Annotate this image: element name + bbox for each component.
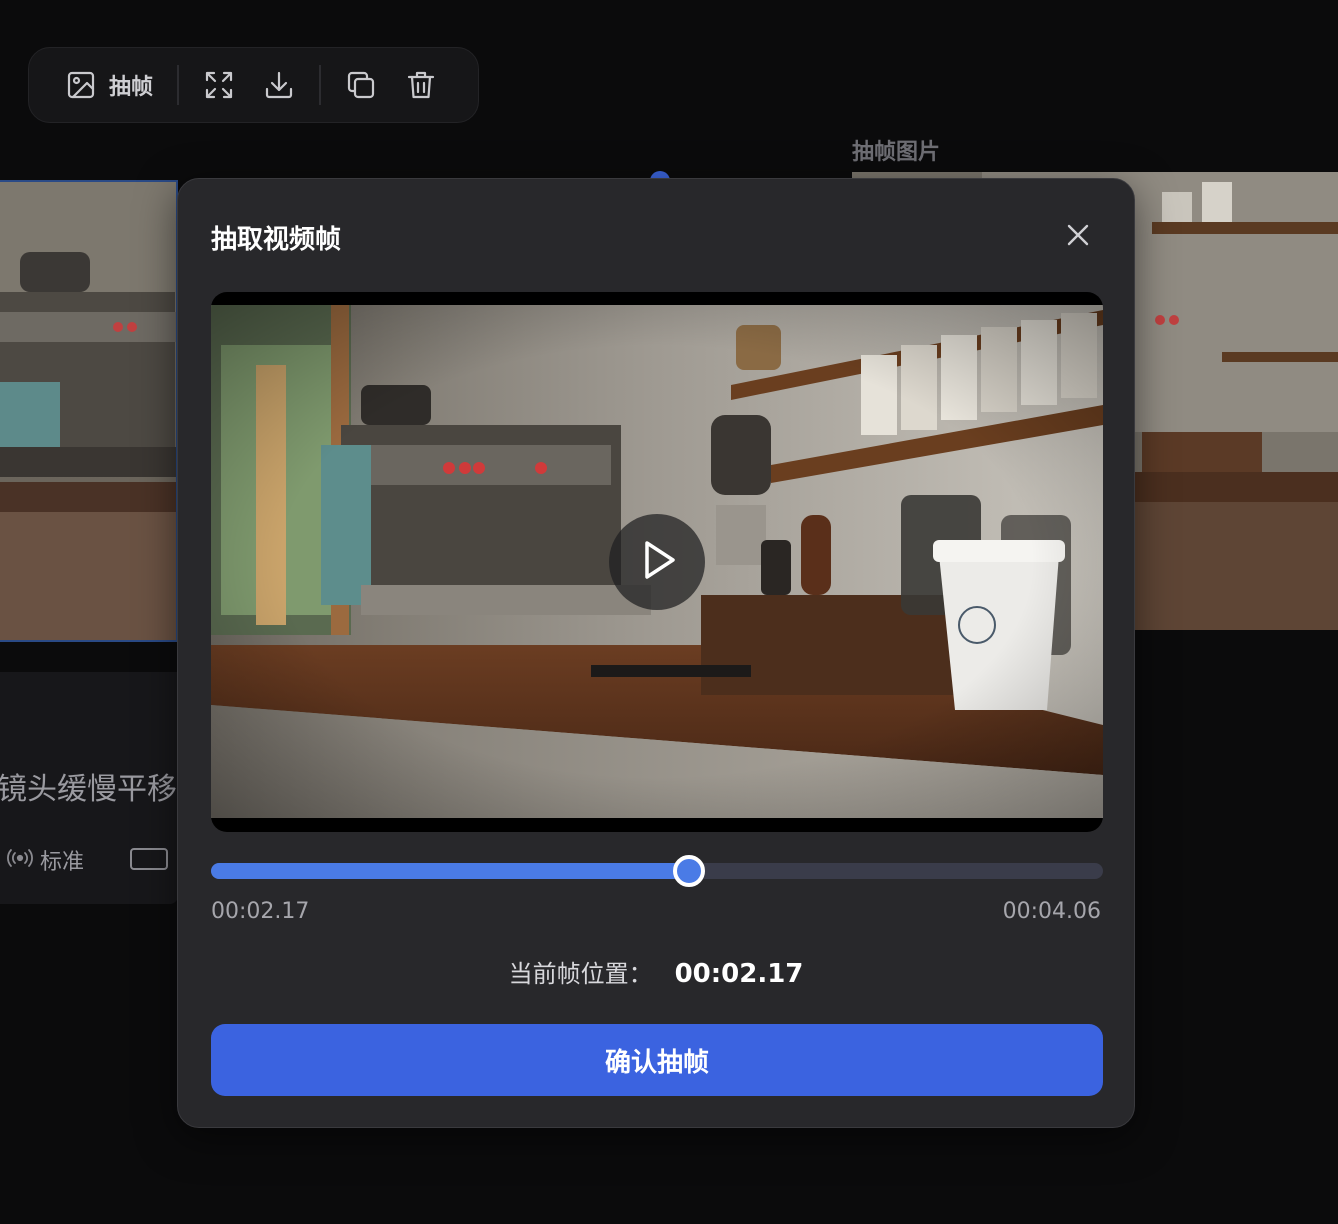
quality-meta: 标准: [6, 844, 84, 876]
dialog-title: 抽取视频帧: [211, 225, 342, 255]
extracted-images-title: 抽帧图片: [852, 140, 941, 165]
broadcast-icon: [6, 848, 34, 872]
image-icon: [65, 69, 97, 101]
left-video-info: 镜头缓慢平移拍 标准: [0, 672, 178, 904]
video-player[interactable]: [211, 292, 1103, 832]
time-end: 00:04.06: [1002, 899, 1101, 924]
video-description: 镜头缓慢平移拍: [0, 772, 178, 807]
toolbar: 抽帧: [28, 47, 479, 123]
slider-fill: [211, 863, 690, 879]
current-frame-label: 当前帧位置：: [508, 960, 653, 988]
play-icon: [635, 538, 679, 586]
current-frame-position: 当前帧位置： 00:02.17: [178, 954, 1134, 989]
toolbar-divider: [177, 65, 180, 105]
play-button[interactable]: [609, 514, 705, 610]
extract-frame-button[interactable]: 抽帧: [65, 69, 153, 101]
left-video-thumbnail[interactable]: [0, 180, 178, 642]
close-icon[interactable]: [1062, 219, 1094, 251]
confirm-extract-button[interactable]: 确认抽帧: [211, 1024, 1103, 1096]
time-start: 00:02.17: [211, 899, 310, 924]
aspect-ratio-icon: [130, 848, 168, 870]
quality-label: 标准: [40, 850, 85, 875]
extract-frame-dialog: 抽取视频帧 00:02.17 00:04.06 当前帧位置： 00:02.17 …: [177, 178, 1135, 1128]
current-frame-value: 00:02.17: [674, 959, 804, 989]
slider-thumb[interactable]: [673, 855, 706, 887]
trash-icon[interactable]: [405, 69, 437, 101]
fullscreen-icon[interactable]: [203, 69, 235, 101]
copy-icon[interactable]: [345, 69, 377, 101]
toolbar-divider: [319, 65, 322, 105]
frame-position-slider[interactable]: [211, 855, 1103, 887]
download-icon[interactable]: [263, 69, 295, 101]
extract-frame-label: 抽帧: [109, 75, 154, 100]
